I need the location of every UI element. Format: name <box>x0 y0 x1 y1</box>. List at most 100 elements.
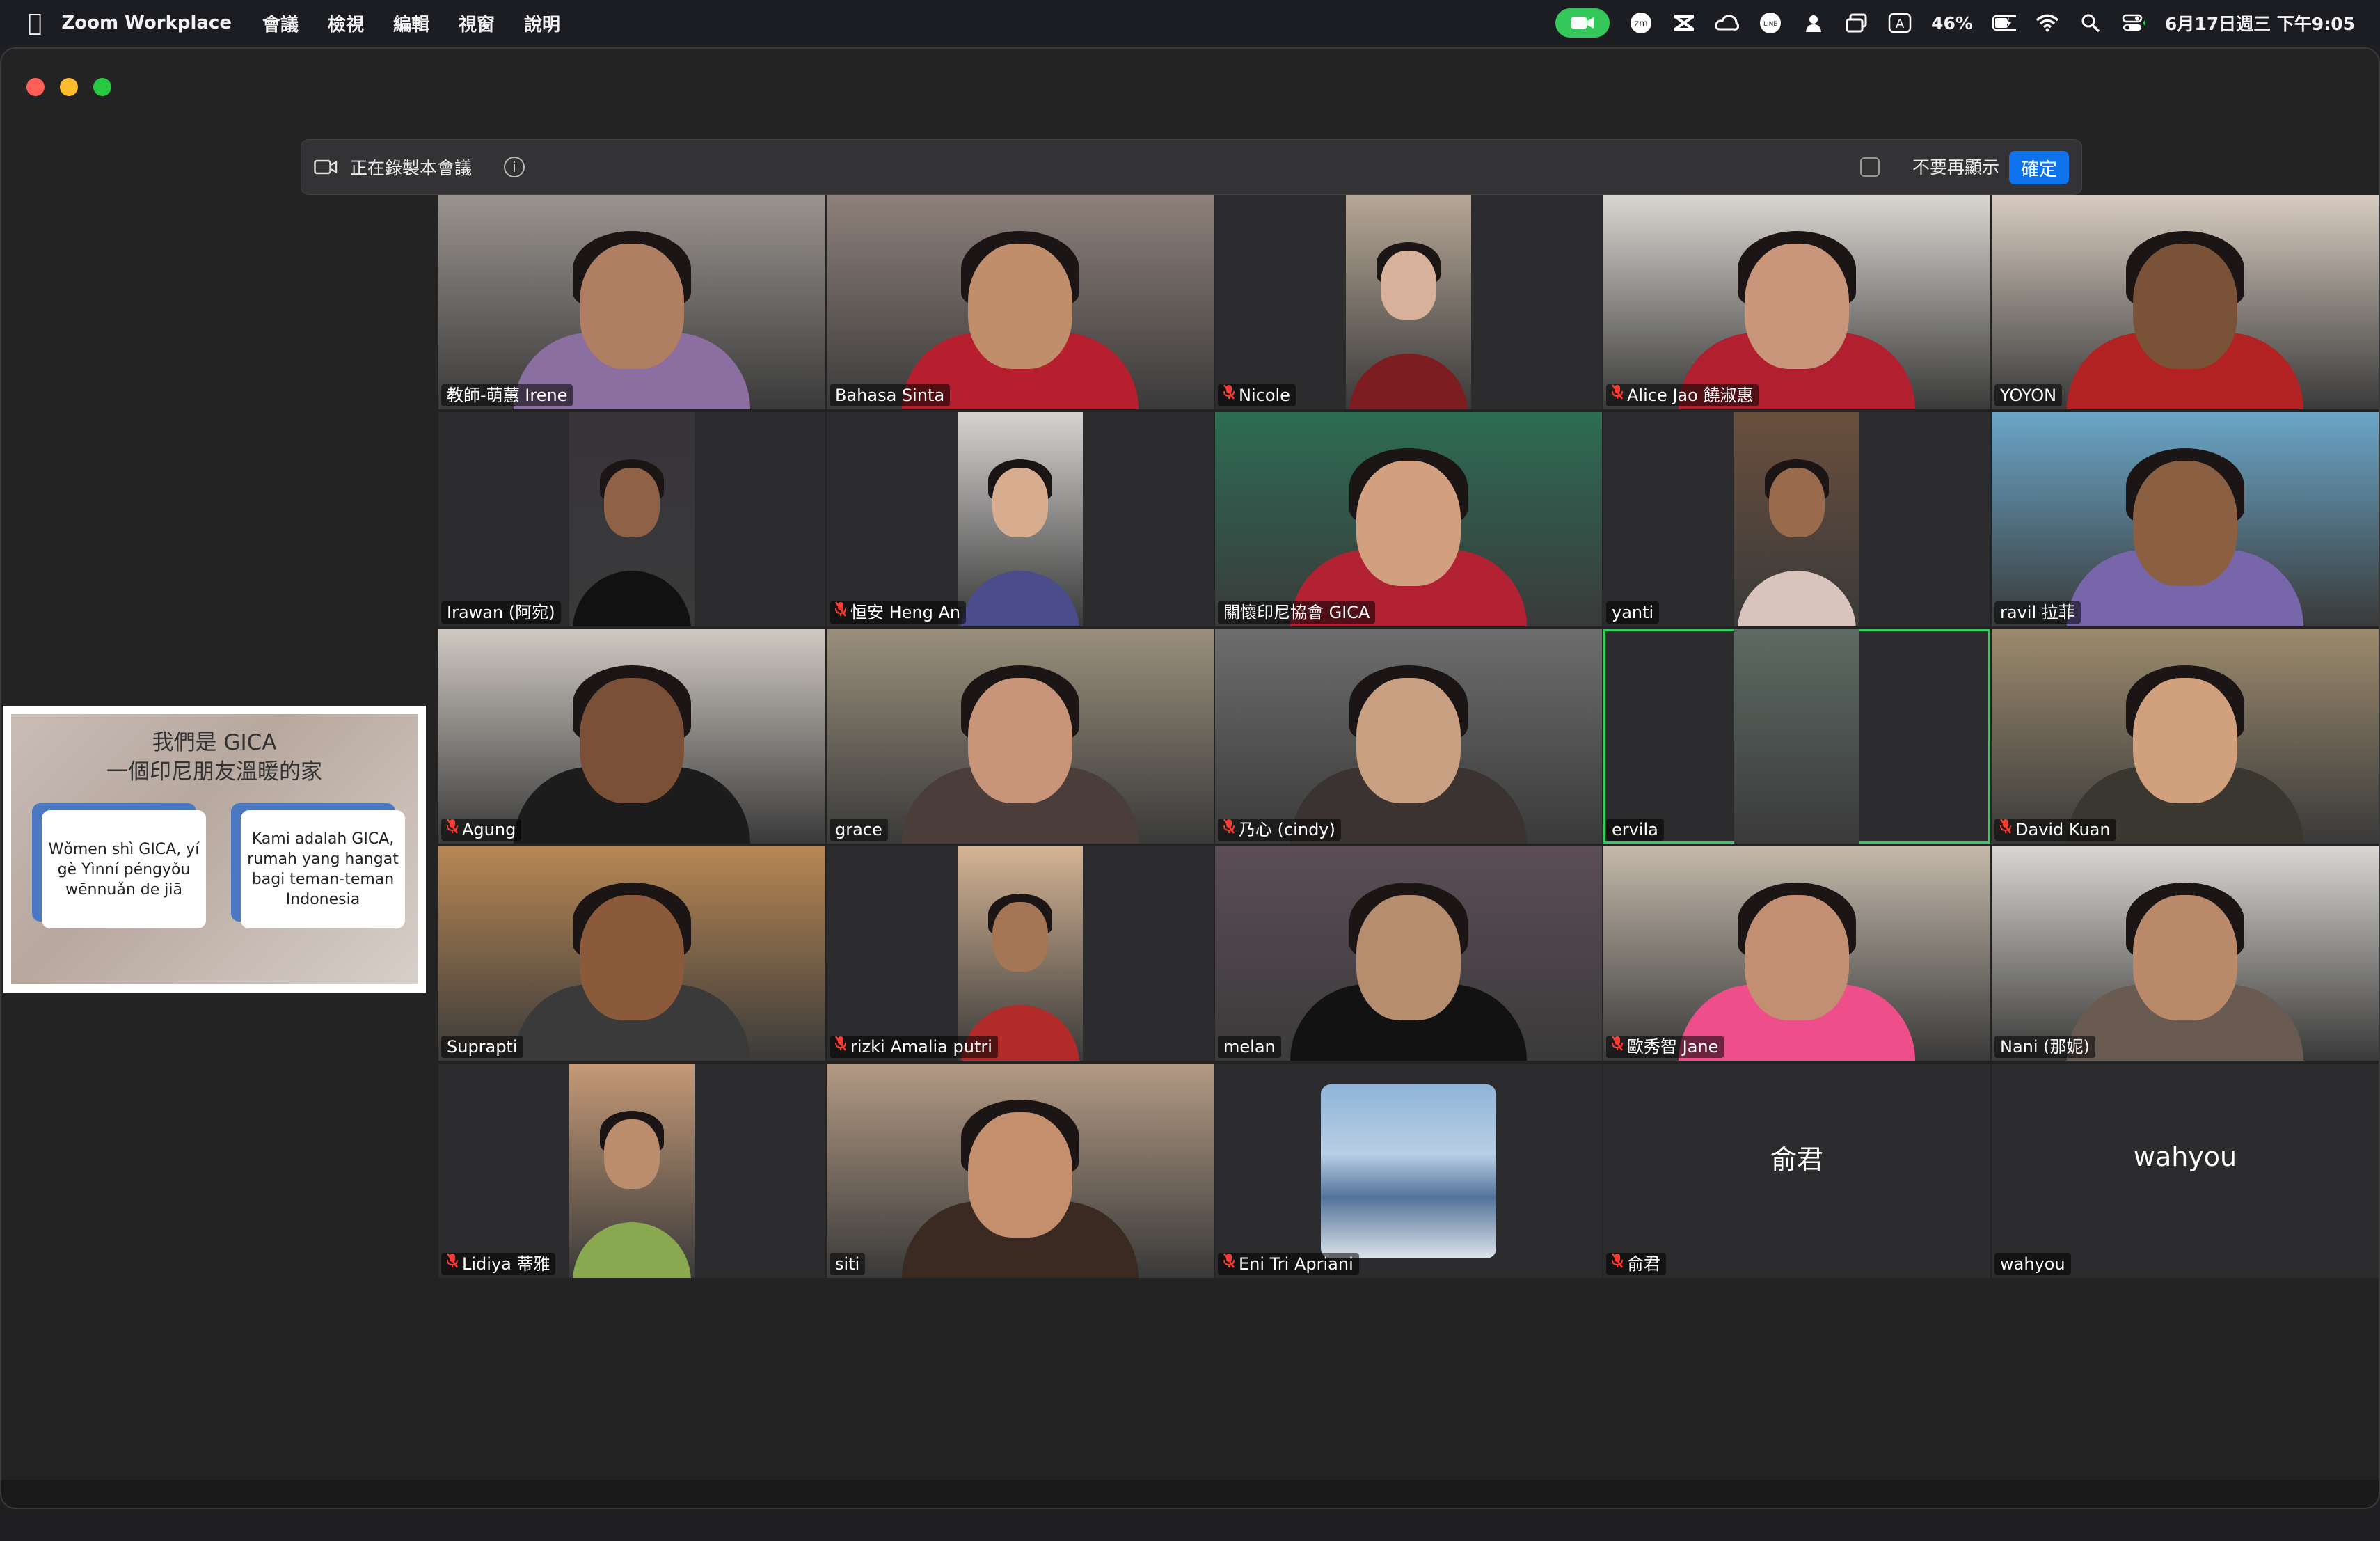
participant-name-tag: Nicole <box>1218 384 1296 406</box>
slide-title-line1: 我們是 GICA <box>152 730 277 755</box>
participant-tile[interactable]: David Kuan <box>1992 629 2379 844</box>
fullscreen-window-button[interactable] <box>93 78 111 96</box>
participant-tile[interactable]: wahyou wahyou <box>1992 1064 2379 1278</box>
menu-meeting[interactable]: 會議 <box>262 10 299 36</box>
participant-name-tag: Lidiya 蒂雅 <box>441 1253 556 1275</box>
participant-name-tag: melan <box>1218 1036 1281 1058</box>
video-feed <box>1215 412 1602 626</box>
capcut-icon[interactable] <box>1672 11 1696 35</box>
shared-screen-thumbnail[interactable]: 我們是 GICA 一個印尼朋友溫暖的家 Wǒmen shì GICA, yí g… <box>3 706 426 993</box>
participant-name: 乃心 (cindy) <box>1239 820 1335 839</box>
participant-tile[interactable]: 乃心 (cindy) <box>1215 629 1602 844</box>
shared-slide: 我們是 GICA 一個印尼朋友溫暖的家 Wǒmen shì GICA, yí g… <box>11 714 418 984</box>
video-feed <box>958 412 1083 626</box>
video-feed <box>1992 412 2379 626</box>
muted-mic-icon <box>1999 819 2012 841</box>
participant-tile[interactable]: 恒安 Heng An <box>827 412 1214 626</box>
line-icon[interactable]: LINE <box>1759 11 1782 35</box>
participant-video-grid: 教師-萌蕙 Irene Bahasa Sinta Nicole Alice Jao 饒… <box>438 195 2379 1278</box>
minimize-window-button[interactable] <box>60 78 78 96</box>
participant-tile[interactable]: melan <box>1215 846 1602 1061</box>
video-feed <box>958 846 1083 1061</box>
muted-mic-icon <box>446 819 459 841</box>
muted-mic-icon <box>1611 384 1624 406</box>
input-source-icon[interactable]: A <box>1888 11 1912 35</box>
apple-menu-icon[interactable]:  <box>28 9 42 37</box>
participant-tile[interactable]: Nicole <box>1215 195 1602 409</box>
participant-name-tag: Suprapti <box>441 1036 523 1058</box>
participant-tile[interactable]: YOYON <box>1992 195 2379 409</box>
menu-window[interactable]: 視窗 <box>459 10 495 36</box>
zoom-video-status-icon[interactable] <box>1555 8 1610 38</box>
participant-name-tag: 恒安 Heng An <box>830 601 967 624</box>
participant-tile[interactable]: Eni Tri Apriani <box>1215 1064 1602 1278</box>
participant-name: David Kuan <box>2015 820 2111 839</box>
close-window-button[interactable] <box>26 78 45 96</box>
participant-name-tag: siti <box>830 1253 866 1275</box>
participant-tile[interactable]: Lidiya 蒂雅 <box>438 1064 825 1278</box>
clock-datetime[interactable]: 6月17日週三 下午9:05 <box>2165 10 2355 35</box>
slide-card-pinyin: Wǒmen shì GICA, yí gè Yìnní péngyǒu wēnn… <box>42 810 206 928</box>
participant-tile[interactable]: ervila <box>1603 629 1990 844</box>
video-feed <box>438 846 825 1061</box>
muted-mic-icon <box>1223 384 1235 406</box>
participant-tile[interactable]: 歐秀智 Jane <box>1603 846 1990 1061</box>
spotlight-search-icon[interactable] <box>2079 11 2102 35</box>
muted-mic-icon <box>1223 1253 1235 1275</box>
participant-tile[interactable]: Bahasa Sinta <box>827 195 1214 409</box>
participant-tile[interactable]: 關懷印尼協會 GICA <box>1215 412 1602 626</box>
video-feed <box>1603 195 1990 409</box>
participant-tile[interactable]: grace <box>827 629 1214 844</box>
screen-mirroring-icon[interactable] <box>1845 11 1869 35</box>
menu-app-name[interactable]: Zoom Workplace <box>61 13 232 33</box>
menu-help[interactable]: 說明 <box>524 10 560 36</box>
zoom-icon[interactable]: zm <box>1629 11 1653 35</box>
participant-name: Agung <box>462 820 516 839</box>
participant-tile[interactable]: Alice Jao 饒淑惠 <box>1603 195 1990 409</box>
participant-tile[interactable]: Nani (那妮) <box>1992 846 2379 1061</box>
recording-camera-icon <box>314 155 339 180</box>
window-bottom-edge <box>1 1480 2379 1508</box>
video-feed <box>1992 195 2379 409</box>
info-icon[interactable]: i <box>504 157 525 177</box>
participant-tile[interactable]: siti <box>827 1064 1214 1278</box>
control-center-icon[interactable] <box>2122 11 2145 35</box>
muted-mic-icon <box>1611 1253 1624 1275</box>
menu-edit[interactable]: 編輯 <box>393 10 429 36</box>
participant-name-tag: David Kuan <box>1994 819 2116 841</box>
participant-name-tag: 關懷印尼協會 GICA <box>1218 601 1376 624</box>
participant-name-tag: grace <box>830 819 888 841</box>
slide-title-line2: 一個印尼朋友溫暖的家 <box>106 759 322 784</box>
dont-show-again-checkbox[interactable] <box>1860 157 1880 177</box>
video-feed <box>569 1064 695 1278</box>
participant-name-tag: Agung <box>441 819 522 841</box>
participant-tile[interactable]: ravil 拉菲 <box>1992 412 2379 626</box>
wifi-icon[interactable] <box>2036 11 2059 35</box>
participant-tile[interactable]: Suprapti <box>438 846 825 1061</box>
participant-tile[interactable]: 俞君 俞君 <box>1603 1064 1990 1278</box>
window-controls <box>26 78 111 96</box>
participant-name-tag: wahyou <box>1994 1253 2071 1275</box>
participant-name: YOYON <box>2000 386 2057 405</box>
participant-name: yanti <box>1612 603 1654 622</box>
user-icon[interactable] <box>1802 11 1825 35</box>
battery-icon[interactable] <box>1992 11 2016 35</box>
participant-name-tag: ravil 拉菲 <box>1994 601 2081 624</box>
participant-tile[interactable]: Agung <box>438 629 825 844</box>
participant-name-tag: Irawan (阿宛) <box>441 601 561 624</box>
menu-view[interactable]: 檢視 <box>328 10 364 36</box>
participant-tile[interactable]: yanti <box>1603 412 1990 626</box>
creative-cloud-icon[interactable] <box>1715 11 1740 35</box>
participant-display-name: 俞君 <box>1770 1144 1823 1175</box>
participant-name: 教師-萌蕙 Irene <box>447 386 568 405</box>
participant-tile[interactable]: 教師-萌蕙 Irene <box>438 195 825 409</box>
dont-show-again-label[interactable]: 不要再顯示 <box>1912 154 1999 179</box>
participant-name: melan <box>1223 1037 1276 1057</box>
participant-tile[interactable]: Irawan (阿宛) <box>438 412 825 626</box>
participant-name: 歐秀智 Jane <box>1627 1037 1719 1057</box>
participant-name-tag: yanti <box>1606 601 1660 624</box>
confirm-button[interactable]: 確定 <box>2009 151 2069 184</box>
participant-tile[interactable]: rizki Amalia putri <box>827 846 1214 1061</box>
participant-name: Nani (那妮) <box>2000 1037 2090 1057</box>
participant-name: Alice Jao 饒淑惠 <box>1627 386 1754 405</box>
